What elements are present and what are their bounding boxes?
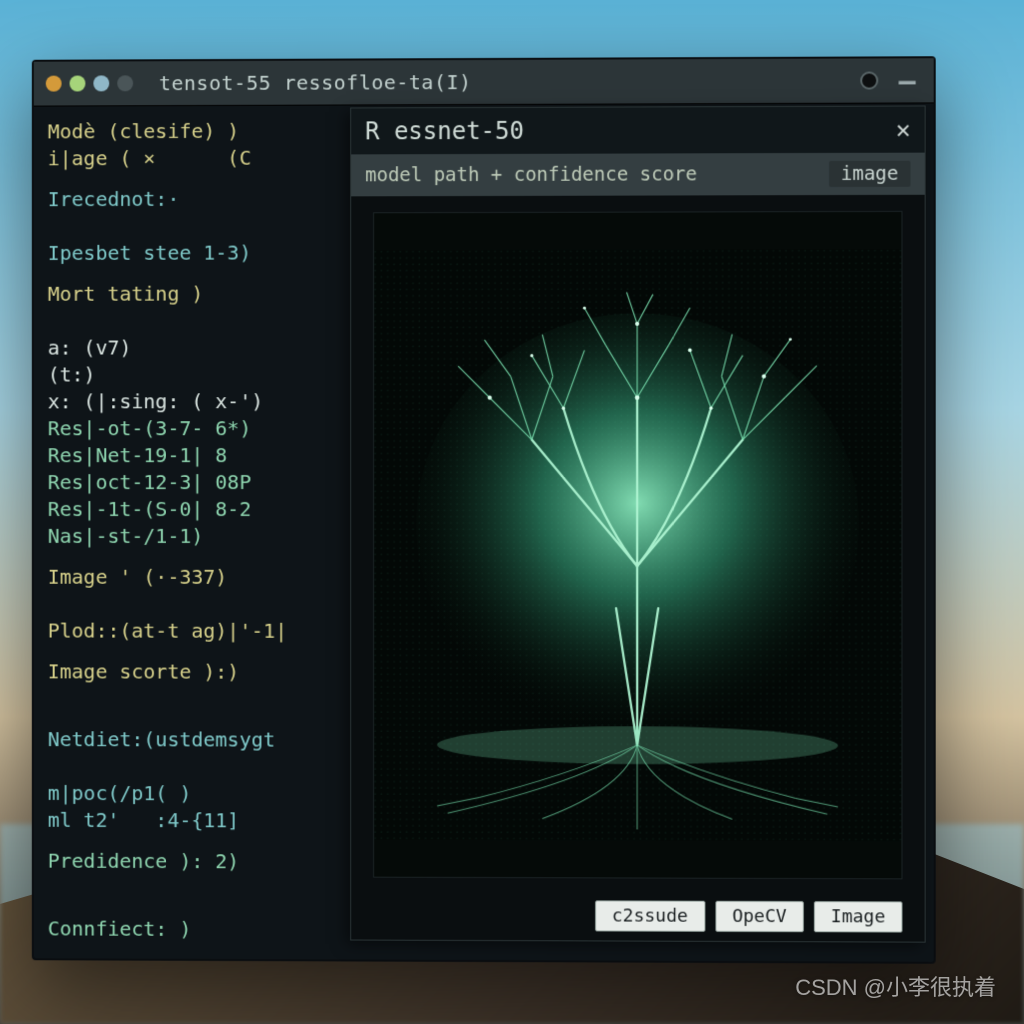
window-body: Modè (clesife) ) i|age ( × (C Irecednot:…: [34, 103, 934, 961]
traffic-close[interactable]: [46, 76, 62, 92]
traffic-min[interactable]: [70, 76, 86, 92]
term-line: x: (|:sing: ( x-'): [48, 389, 263, 413]
panel-tabs: model path + confidence score image: [351, 153, 924, 197]
term-line: Connfiect: ): [48, 915, 356, 943]
term-line: Res|-ot-(3-7- 6*): [48, 416, 251, 440]
tab-image[interactable]: image: [829, 161, 911, 187]
traffic-lights: [46, 75, 133, 91]
tab-model-path[interactable]: model path + confidence score: [365, 163, 697, 186]
term-line: m|poc(/p1( ): [48, 781, 192, 805]
window-titlebar[interactable]: tensot-55 ressofloe-ta(I) —: [34, 58, 934, 106]
term-line: Predidence ): 2): [48, 848, 356, 876]
term-line: Image ' (·-337): [48, 564, 356, 591]
opencv-button[interactable]: OpeCV: [715, 900, 804, 931]
term-line: Netdiet:(ustdemsygt: [48, 726, 356, 754]
image-button[interactable]: Image: [814, 901, 903, 932]
term-line: Plod::(at-t ag)|'-1|: [48, 619, 287, 643]
term-line: Nas|-st-/1-1): [48, 524, 204, 548]
terminal-window: tensot-55 ressofloe-ta(I) — Modè (clesif…: [32, 56, 936, 964]
title-dot-icon: [860, 71, 878, 89]
term-line: Image scorte ):): [48, 658, 356, 685]
image-preview: [373, 211, 902, 879]
ssude-button[interactable]: c2ssude: [595, 900, 705, 931]
panel-title-text: R essnet-50: [365, 117, 524, 146]
close-icon[interactable]: ✕: [896, 116, 911, 144]
watermark-text: CSDN @小李很执着: [795, 970, 996, 1002]
term-line: Mort tating ): [48, 280, 356, 308]
image-viewer-panel: R essnet-50 ✕ model path + confidence sc…: [350, 105, 925, 942]
term-line: Res|Net-19-1| 8: [48, 443, 228, 467]
terminal-output[interactable]: Modè (clesife) ) i|age ( × (C Irecednot:…: [34, 105, 366, 959]
window-title: tensot-55 ressofloe-ta(I): [159, 69, 850, 96]
term-line: Modè (clesife) ): [48, 119, 239, 144]
minimize-icon[interactable]: —: [899, 64, 916, 97]
term-line: Irecednot:·: [48, 185, 356, 213]
term-line: Res|oct-12-3| 08P: [48, 470, 251, 494]
traffic-max[interactable]: [93, 75, 109, 91]
term-line: Ipesbet stee 1-3): [48, 241, 251, 265]
traffic-extra: [117, 75, 133, 91]
term-line: Res|-1t-(S-0| 8-2: [48, 497, 251, 521]
neural-tree-image: [374, 212, 901, 878]
term-line: ml t2' :4-{11]: [48, 808, 239, 832]
panel-titlebar[interactable]: R essnet-50 ✕: [351, 106, 924, 154]
term-line: a: (v7): [48, 336, 132, 360]
term-line: (t:): [48, 362, 96, 386]
panel-footer: c2ssude OpeCV Image: [351, 890, 924, 942]
term-line: i|age ( × (C: [48, 146, 251, 171]
